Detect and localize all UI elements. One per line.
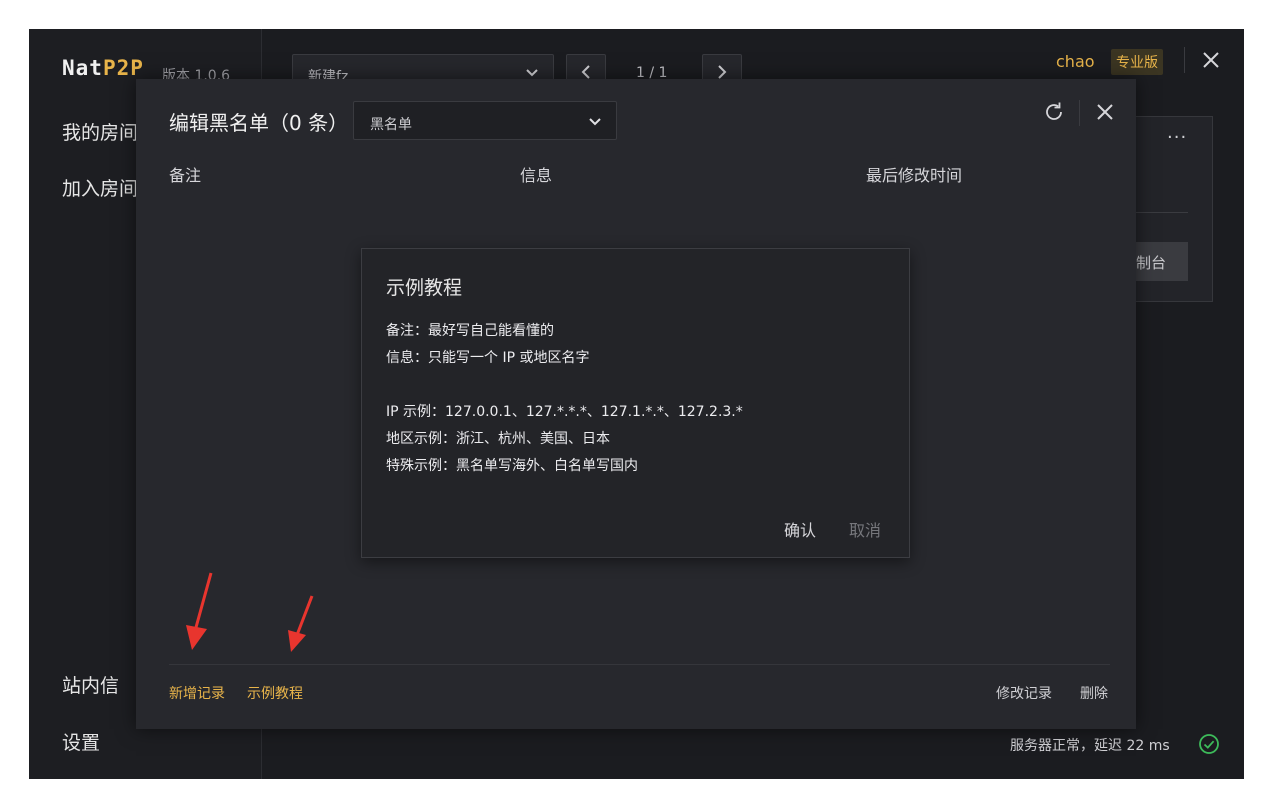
edit-record-button[interactable]: 修改记录 [996,683,1052,703]
sidebar-item-my-rooms[interactable]: 我的房间 [62,118,138,145]
popup-text-line: IP 示例：127.0.0.1、127.*.*.*、127.1.*.*、127.… [386,404,743,420]
add-record-link[interactable]: 新增记录 [169,683,225,703]
sidebar-item-messages[interactable]: 站内信 [62,671,119,698]
list-type-select[interactable]: 黑名单 [353,101,617,140]
tutorial-popup: 示例教程 备注：最好写自己能看懂的 信息：只能写一个 IP 或地区名字 IP 示… [361,248,910,558]
popup-title: 示例教程 [386,277,463,299]
close-icon[interactable] [1201,50,1221,70]
check-circle-icon [1199,734,1219,754]
refresh-icon[interactable] [1042,100,1066,124]
column-header-info: 信息 [520,166,553,185]
column-header-modified-time: 最后修改时间 [866,166,963,185]
popup-text-line: 地区示例：浙江、杭州、美国、日本 [386,431,610,447]
confirm-button[interactable]: 确认 [784,517,816,541]
console-button[interactable]: 制台 [1136,242,1188,281]
divider [1184,47,1185,73]
column-header-note: 备注 [169,166,202,185]
delete-button[interactable]: 删除 [1080,683,1108,703]
chevron-down-icon [589,118,601,126]
room-card: ··· 制台 [1136,116,1213,302]
divider [1079,100,1080,126]
dialog-title: 编辑黑名单（0 条） [169,111,349,135]
annotation-arrow-icon [288,595,314,652]
divider [1136,212,1188,213]
annotation-arrow-icon [186,572,213,650]
plan-badge: 专业版 [1111,49,1163,75]
popup-text-line: 特殊示例：黑名单写海外、白名单写国内 [386,458,638,474]
divider [169,664,1110,665]
sidebar-item-settings[interactable]: 设置 [62,728,100,755]
popup-text-line: 信息：只能写一个 IP 或地区名字 [386,350,590,366]
sidebar-item-join-room[interactable]: 加入房间 [62,174,138,201]
more-icon[interactable]: ··· [1167,127,1187,148]
tutorial-link[interactable]: 示例教程 [247,683,303,703]
cancel-button[interactable]: 取消 [849,517,881,541]
close-icon[interactable] [1095,102,1115,122]
app-logo: NatP2P [62,56,144,80]
list-type-value: 黑名单 [370,117,412,133]
popup-text-line: 备注：最好写自己能看懂的 [386,323,554,339]
user-name[interactable]: chao [1056,52,1095,71]
server-status: 服务器正常，延迟 22 ms [1010,738,1170,754]
